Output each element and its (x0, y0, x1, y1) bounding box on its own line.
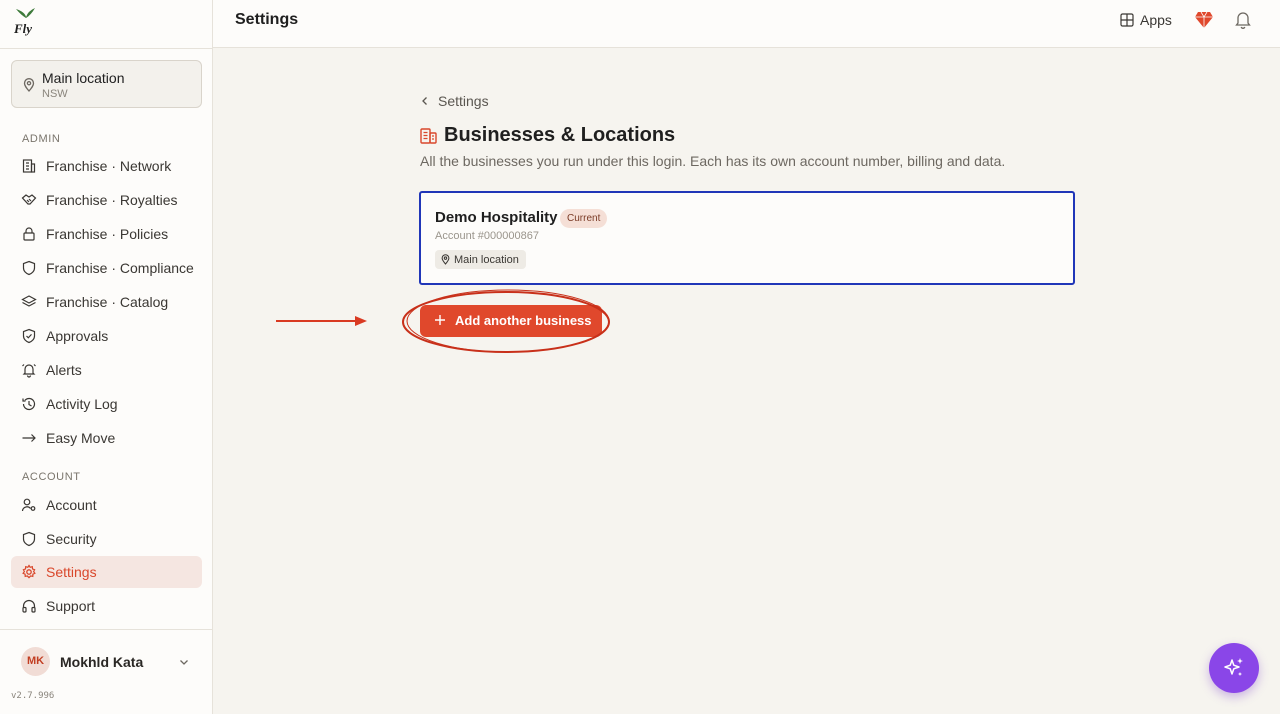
sidebar-item-label: Easy Move (46, 430, 116, 446)
shield-icon (22, 260, 36, 276)
page-title: Settings (235, 11, 299, 28)
apps-button[interactable]: Apps (1120, 10, 1172, 30)
sidebar-item-franchise-network[interactable]: Franchise · Network (11, 150, 202, 182)
sidebar-item-settings[interactable]: Settings (11, 556, 202, 588)
sidebar-divider (0, 629, 213, 630)
current-badge: Current (560, 209, 608, 228)
sidebar-item-franchise-royalties[interactable]: Franchise · Royalties (11, 184, 202, 216)
sidebar-item-franchise-catalog[interactable]: Franchise · Catalog (11, 286, 202, 318)
sidebar-item-approvals[interactable]: Approvals (11, 320, 202, 352)
lock-icon (23, 227, 35, 241)
sidebar-item-security[interactable]: Security (11, 523, 202, 555)
chevron-down-icon[interactable] (178, 656, 190, 668)
gem-icon[interactable] (1194, 11, 1214, 29)
section-label-account: ACCOUNT (22, 471, 81, 483)
section-description: All the businesses you run under this lo… (420, 153, 1006, 169)
business-location-chip: Main location (435, 250, 526, 269)
location-state: NSW (42, 88, 68, 100)
headphones-icon (22, 599, 36, 613)
sidebar-item-label: Alerts (46, 362, 82, 378)
business-name: Demo Hospitality (435, 209, 558, 226)
sidebar: Fly Main location NSW ADMIN Franchise · … (0, 0, 213, 714)
annotation-ellipse (402, 289, 610, 353)
sidebar-item-label: Franchise · Network (46, 158, 172, 174)
sidebar-item-label: Account (46, 497, 97, 513)
arrow-right-icon (22, 434, 36, 442)
map-pin-icon (23, 78, 35, 92)
annotation-arrow (276, 316, 367, 326)
building-icon (22, 159, 36, 173)
layers-icon (21, 295, 37, 307)
sidebar-item-support[interactable]: Support (11, 590, 202, 622)
sidebar-item-alerts[interactable]: Alerts (11, 354, 202, 386)
sidebar-item-label: Activity Log (46, 396, 118, 412)
section-title: Businesses & Locations (444, 124, 676, 146)
location-switcher[interactable]: Main location NSW (11, 60, 202, 108)
sidebar-item-easy-move[interactable]: Easy Move (11, 422, 202, 454)
history-icon (22, 397, 36, 411)
logo-text: Fly (13, 21, 32, 36)
back-link-settings[interactable]: Settings (420, 92, 489, 110)
sidebar-item-label: Support (46, 598, 96, 614)
handshake-icon (21, 194, 37, 205)
sidebar-item-label: Franchise · Compliance (46, 260, 194, 276)
user-name[interactable]: Mokhld Kata (60, 654, 143, 670)
sidebar-item-label: Franchise · Catalog (46, 294, 169, 310)
user-cog-icon (21, 498, 36, 512)
shield-icon (22, 531, 36, 547)
sidebar-item-franchise-policies[interactable]: Franchise · Policies (11, 218, 202, 250)
ai-assistant-button[interactable] (1209, 643, 1259, 693)
sidebar-item-label: Settings (46, 564, 97, 580)
section-label-admin: ADMIN (22, 133, 61, 145)
fly-logo-mark: Fly (13, 8, 35, 36)
sidebar-item-label: Approvals (46, 328, 109, 344)
business-account-number: Account #000000867 (435, 230, 539, 242)
sidebar-item-activity-log[interactable]: Activity Log (11, 388, 202, 420)
sidebar-item-label: Franchise · Royalties (46, 192, 178, 208)
sidebar-item-account[interactable]: Account (11, 489, 202, 521)
sidebar-item-label: Franchise · Policies (46, 226, 169, 242)
buildings-icon (420, 128, 437, 144)
app-version: v2.7.996 (11, 691, 55, 701)
avatar[interactable]: MK (21, 647, 50, 676)
fly-logo[interactable]: Fly (12, 6, 38, 36)
sidebar-item-franchise-compliance[interactable]: Franchise · Compliance (11, 252, 202, 284)
bell-ring-icon (22, 364, 36, 378)
shield-check-icon (22, 328, 36, 344)
top-bar: Settings Apps (213, 0, 1280, 48)
location-name: Main location (42, 70, 125, 86)
back-link-label: Settings (438, 93, 489, 109)
sparkles-icon (1224, 658, 1243, 676)
sidebar-divider (0, 48, 213, 49)
apps-label: Apps (1140, 12, 1172, 28)
chevron-left-icon (422, 97, 427, 105)
business-location-label: Main location (454, 253, 519, 266)
map-pin-icon (441, 254, 450, 265)
sidebar-item-label: Security (46, 531, 97, 547)
gear-icon (22, 564, 36, 579)
bell-icon[interactable] (1234, 10, 1252, 30)
business-card[interactable]: Demo Hospitality Current Account #000000… (419, 191, 1075, 285)
grid-icon (1120, 13, 1134, 27)
